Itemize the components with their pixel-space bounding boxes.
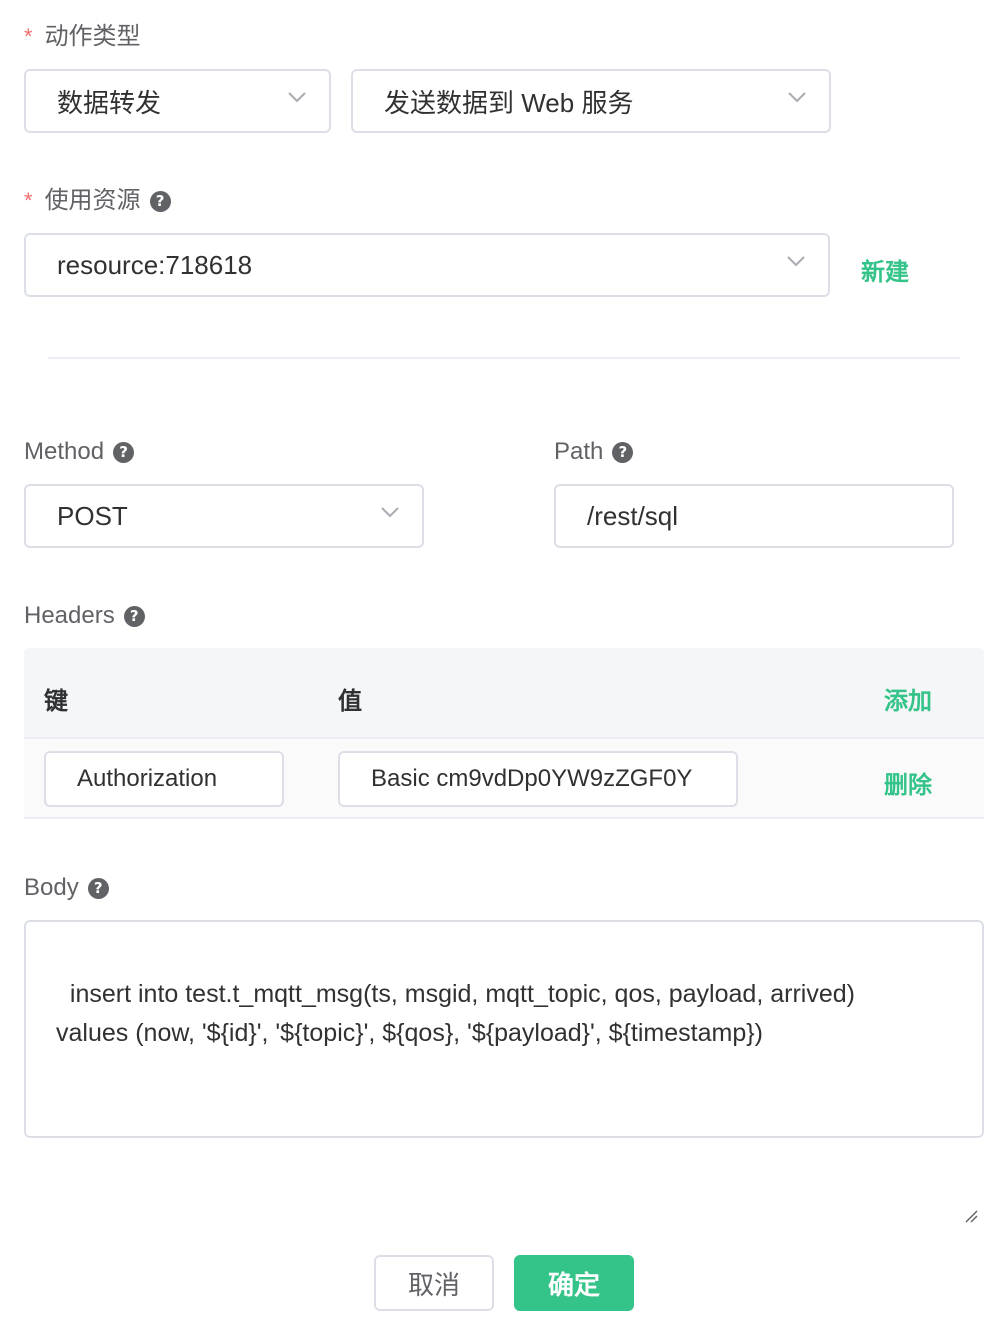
action-category-select[interactable]: 数据转发 xyxy=(24,69,331,133)
question-circle-icon[interactable]: ? xyxy=(123,605,145,627)
column-key-header: 键 xyxy=(44,688,68,715)
action-category-value: 数据转发 xyxy=(57,87,162,118)
question-circle-icon[interactable]: ? xyxy=(87,877,109,899)
method-label: Method ? xyxy=(24,437,135,467)
action-value: 发送数据到 Web 服务 xyxy=(384,87,634,118)
action-select[interactable]: 发送数据到 Web 服务 xyxy=(351,69,831,133)
method-label-text: Method xyxy=(24,438,105,465)
column-value-header: 值 xyxy=(338,688,362,715)
chevron-down-icon xyxy=(287,87,307,107)
required-mark: * xyxy=(24,188,33,213)
resource-value: resource:718618 xyxy=(57,249,253,280)
question-circle-icon[interactable]: ? xyxy=(149,190,171,212)
path-label: Path ? xyxy=(554,437,634,467)
question-circle-icon[interactable]: ? xyxy=(612,441,634,463)
table-row: Authorization Basic cm9vdDp0YW9zZGF0Y 删除 xyxy=(24,737,984,819)
action-type-label-text: 动作类型 xyxy=(44,23,141,50)
resize-handle-icon[interactable] xyxy=(964,1118,978,1223)
headers-label-text: Headers xyxy=(24,602,115,629)
add-header-link[interactable]: 添加 xyxy=(884,681,932,716)
body-label-text: Body xyxy=(24,874,79,901)
delete-header-link[interactable]: 删除 xyxy=(884,765,932,800)
resource-label: * 使用资源 ? xyxy=(24,186,171,216)
method-value: POST xyxy=(57,500,128,531)
chevron-down-icon xyxy=(380,502,400,522)
chevron-down-icon xyxy=(787,87,807,107)
header-value-input[interactable]: Basic cm9vdDp0YW9zZGF0Y xyxy=(338,751,738,807)
chevron-down-icon xyxy=(786,251,806,271)
action-type-label: * 动作类型 xyxy=(24,22,141,52)
headers-label: Headers ? xyxy=(24,601,145,631)
headers-table-head: 键 值 添加 xyxy=(24,648,984,737)
path-value: /rest/sql xyxy=(587,500,679,531)
resource-select[interactable]: resource:718618 xyxy=(24,233,830,297)
body-value: insert into test.t_mqtt_msg(ts, msgid, m… xyxy=(56,980,855,1047)
path-input[interactable]: /rest/sql xyxy=(554,484,954,548)
confirm-button[interactable]: 确定 xyxy=(514,1255,634,1311)
section-divider xyxy=(48,357,960,359)
header-key-value: Authorization xyxy=(77,765,218,792)
method-select[interactable]: POST xyxy=(24,484,424,548)
resource-label-text: 使用资源 xyxy=(44,187,141,214)
required-mark: * xyxy=(24,24,33,49)
body-label: Body ? xyxy=(24,873,109,903)
path-label-text: Path xyxy=(554,438,604,465)
question-circle-icon[interactable]: ? xyxy=(113,441,135,463)
body-textarea[interactable]: insert into test.t_mqtt_msg(ts, msgid, m… xyxy=(24,920,984,1223)
header-value-value: Basic cm9vdDp0YW9zZGF0Y xyxy=(371,765,693,792)
header-key-input[interactable]: Authorization xyxy=(44,751,284,807)
new-resource-link[interactable]: 新建 xyxy=(861,252,909,287)
cancel-button[interactable]: 取消 xyxy=(374,1255,494,1311)
